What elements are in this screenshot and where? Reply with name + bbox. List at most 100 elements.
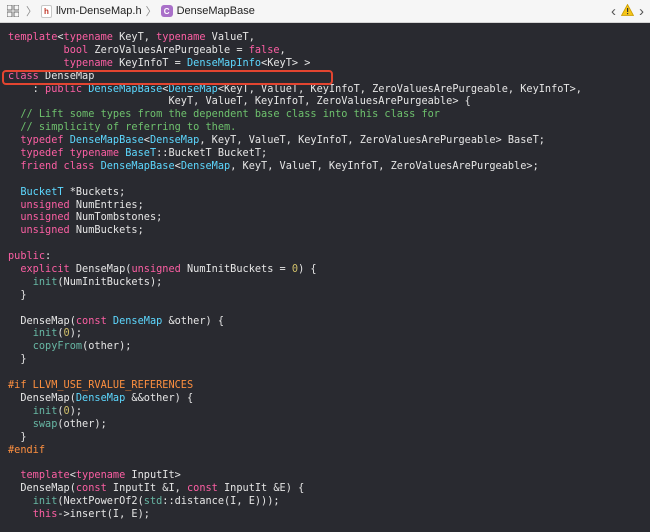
code-line[interactable]: } xyxy=(8,431,582,444)
code-token: typename xyxy=(63,56,113,69)
code-token: DenseMapBase xyxy=(100,159,175,172)
code-token: , KeyT, ValueT, KeyInfoT, ZeroValuesAreP… xyxy=(199,134,545,147)
code-line[interactable]: // Lift some types from the dependent ba… xyxy=(8,108,582,121)
code-line[interactable]: } xyxy=(8,353,582,366)
code-token: &&other) { xyxy=(125,391,194,404)
code-token: DenseMap( xyxy=(8,482,76,495)
code-token: ::BucketT BucketT; xyxy=(156,147,268,160)
code-line[interactable]: #if LLVM_USE_RVALUE_REFERENCES xyxy=(8,379,582,392)
code-line[interactable]: unsigned NumEntries; xyxy=(8,199,582,212)
class-symbol-icon: C xyxy=(160,5,173,17)
related-items-grid-icon[interactable] xyxy=(6,4,20,18)
breadcrumb-symbol[interactable]: C DenseMapBase xyxy=(160,5,255,17)
code-token: } xyxy=(8,353,27,366)
code-line[interactable]: #endif xyxy=(8,444,582,457)
chevron-right-icon: 〉 xyxy=(26,6,37,18)
code-token: // Lift some types from the dependent ba… xyxy=(8,108,440,121)
code-line[interactable]: typedef typename BaseT::BucketT BucketT; xyxy=(8,147,582,160)
code-token: (other); xyxy=(57,417,107,430)
jump-bar-controls: ‹ › xyxy=(611,0,644,22)
code-line[interactable]: swap(other); xyxy=(8,418,582,431)
code-token: NumEntries; xyxy=(69,198,144,211)
code-line[interactable] xyxy=(8,456,582,469)
code-token: #if LLVM_USE_RVALUE_REFERENCES xyxy=(8,379,194,392)
code-token: DenseMap xyxy=(180,159,231,172)
source-code-editor[interactable]: template<typename KeyT, typename ValueT,… xyxy=(8,31,582,521)
code-token: } xyxy=(8,288,27,301)
code-line[interactable]: KeyT, ValueT, KeyInfoT, ZeroValuesArePur… xyxy=(8,95,582,108)
code-line[interactable]: copyFrom(other); xyxy=(8,340,582,353)
code-token: typename xyxy=(63,31,113,43)
code-line[interactable]: // simplicity of referring to them. xyxy=(8,121,582,134)
code-line[interactable]: typedef DenseMapBase<DenseMap, KeyT, Val… xyxy=(8,134,582,147)
code-line[interactable]: public: xyxy=(8,250,582,263)
back-arrow-icon[interactable]: ‹ xyxy=(611,4,616,19)
code-token: typename xyxy=(69,147,120,160)
code-token: ValueT, xyxy=(205,31,255,43)
code-token: false xyxy=(248,43,280,56)
code-token: , KeyT, ValueT, KeyInfoT, ZeroValuesAreP… xyxy=(230,159,539,172)
code-line[interactable]: explicit DenseMap(unsigned NumInitBucket… xyxy=(8,263,582,276)
code-line[interactable]: bool ZeroValuesArePurgeable = false, xyxy=(8,44,582,57)
code-token: typedef xyxy=(20,134,64,147)
code-token: KeyInfoT = xyxy=(112,56,187,69)
code-line[interactable]: init(NextPowerOf2(std::distance(I, E))); xyxy=(8,495,582,508)
jump-bar: 〉 h llvm-DenseMap.h 〉 C DenseMapBase ‹ › xyxy=(0,0,650,23)
code-line[interactable]: friend class DenseMapBase<DenseMap, KeyT… xyxy=(8,160,582,173)
code-token: init xyxy=(32,327,58,340)
code-token: (other); xyxy=(82,340,132,353)
code-line[interactable]: BucketT *Buckets; xyxy=(8,186,582,199)
warning-icon[interactable] xyxy=(620,3,635,19)
code-token: NumInitBuckets = xyxy=(180,263,292,276)
code-token: } xyxy=(8,430,27,443)
code-line[interactable]: template<typename InputIt> xyxy=(8,469,582,482)
breadcrumb-file-label: llvm-DenseMap.h xyxy=(56,5,142,17)
code-token: explicit xyxy=(20,263,70,276)
code-token: copyFrom xyxy=(32,340,83,353)
code-line[interactable] xyxy=(8,366,582,379)
code-token: typename xyxy=(156,31,206,43)
code-line[interactable]: init(NumInitBuckets); xyxy=(8,276,582,289)
code-line[interactable] xyxy=(8,173,582,186)
code-token: DenseMap xyxy=(75,391,126,404)
code-line[interactable]: init(0); xyxy=(8,327,582,340)
code-line[interactable]: typename KeyInfoT = DenseMapInfo<KeyT> > xyxy=(8,57,582,70)
code-token: typedef xyxy=(20,147,64,160)
code-token: const xyxy=(75,314,107,327)
code-token: BaseT xyxy=(125,147,157,160)
code-token: class xyxy=(63,159,95,172)
code-token: const xyxy=(186,482,218,495)
code-line[interactable]: unsigned NumTombstones; xyxy=(8,211,582,224)
code-line[interactable]: DenseMap(const DenseMap &other) { xyxy=(8,315,582,328)
code-token: NumBuckets; xyxy=(69,224,144,237)
code-line[interactable]: template<typename KeyT, typename ValueT, xyxy=(8,31,582,44)
code-line[interactable]: DenseMap(const InputIt &I, const InputIt… xyxy=(8,482,582,495)
code-line[interactable] xyxy=(8,237,582,250)
code-token: <KeyT> > xyxy=(261,56,311,69)
code-token: friend xyxy=(20,159,58,172)
code-token: DenseMapBase xyxy=(69,134,144,147)
code-token: ); xyxy=(69,327,83,340)
breadcrumb-file[interactable]: h llvm-DenseMap.h xyxy=(41,4,142,18)
code-line[interactable]: this->insert(I, E); xyxy=(8,508,582,521)
code-line[interactable]: DenseMap(DenseMap &&other) { xyxy=(8,392,582,405)
code-token: (NextPowerOf2( xyxy=(57,495,144,508)
code-line[interactable]: init(0); xyxy=(8,405,582,418)
code-line[interactable]: unsigned NumBuckets; xyxy=(8,224,582,237)
code-line[interactable] xyxy=(8,302,582,315)
code-line[interactable]: } xyxy=(8,289,582,302)
code-token: ->insert(I, E); xyxy=(57,507,150,520)
forward-arrow-icon[interactable]: › xyxy=(639,4,644,19)
code-token: KeyT, xyxy=(112,31,157,43)
